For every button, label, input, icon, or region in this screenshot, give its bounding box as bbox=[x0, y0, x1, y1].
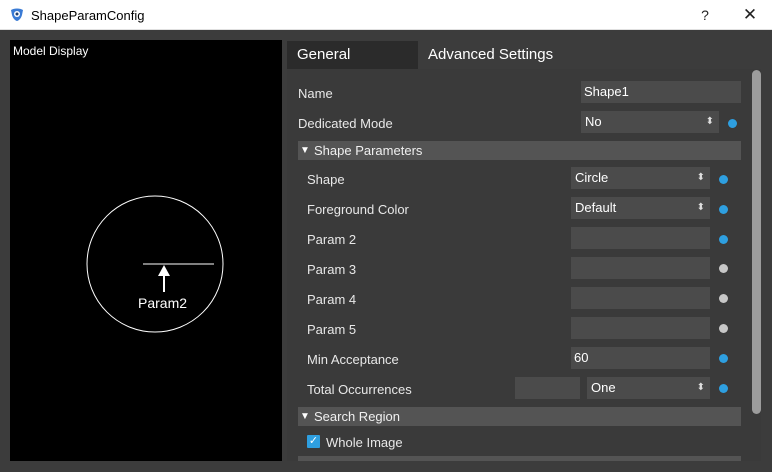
window-title: ShapeParamConfig bbox=[31, 8, 145, 23]
close-button[interactable]: ✕ bbox=[736, 0, 764, 30]
status-dot-min-acceptance bbox=[719, 354, 728, 363]
select-arrows-icon: ⬍ bbox=[696, 202, 705, 213]
shape-parameters-title: Shape Parameters bbox=[314, 143, 423, 158]
param5-input[interactable] bbox=[571, 317, 710, 339]
tab-advanced-settings[interactable]: Advanced Settings bbox=[418, 41, 563, 69]
status-dot-param4 bbox=[719, 294, 728, 303]
foreground-color-label: Foreground Color bbox=[307, 202, 409, 217]
dedicated-mode-select[interactable]: No ⬍ bbox=[581, 111, 719, 133]
param4-label: Param 4 bbox=[307, 292, 357, 307]
status-dot-dedicated bbox=[728, 119, 737, 128]
param2-shape-label: Param2 bbox=[138, 295, 187, 311]
whole-image-checkbox[interactable]: ✓ bbox=[307, 435, 320, 448]
select-arrows-icon: ⬍ bbox=[696, 382, 705, 393]
select-arrows-icon: ⬍ bbox=[705, 116, 714, 127]
name-label: Name bbox=[298, 86, 333, 101]
status-dot-shape bbox=[719, 175, 728, 184]
status-dot-total-occurrences bbox=[719, 384, 728, 393]
param4-input[interactable] bbox=[571, 287, 710, 309]
param2-input[interactable] bbox=[571, 227, 710, 249]
tab-general-settings[interactable]: General Settings bbox=[287, 41, 418, 91]
scrollbar-thumb[interactable] bbox=[752, 70, 761, 414]
status-dot-param2 bbox=[719, 235, 728, 244]
shape-parameters-header[interactable]: ▼ Shape Parameters bbox=[298, 141, 741, 160]
status-dot-param3 bbox=[719, 264, 728, 273]
total-occurrences-value: One bbox=[591, 380, 616, 395]
search-region-header[interactable]: ▼ Search Region bbox=[298, 407, 741, 426]
whole-image-label: Whole Image bbox=[326, 435, 403, 450]
shape-label: Shape bbox=[307, 172, 345, 187]
foreground-color-select[interactable]: Default ⬍ bbox=[571, 197, 710, 219]
model-display-panel: Model Display Param2 bbox=[10, 40, 282, 461]
arrow-head-icon bbox=[158, 265, 170, 276]
model-shape-canvas: Param2 bbox=[86, 195, 224, 333]
name-input[interactable]: Shape1 bbox=[581, 81, 741, 103]
shape-select[interactable]: Circle ⬍ bbox=[571, 167, 710, 189]
next-section-header bbox=[298, 456, 741, 461]
expand-triangle-icon: ▼ bbox=[300, 411, 310, 422]
status-dot-foreground bbox=[719, 205, 728, 214]
total-occurrences-input[interactable] bbox=[515, 377, 580, 399]
dedicated-mode-value: No bbox=[585, 114, 602, 129]
expand-triangle-icon: ▼ bbox=[300, 145, 310, 156]
dedicated-mode-label: Dedicated Mode bbox=[298, 116, 393, 131]
foreground-color-value: Default bbox=[575, 200, 617, 215]
title-bar: ShapeParamConfig ? ✕ bbox=[0, 0, 772, 30]
param5-label: Param 5 bbox=[307, 322, 357, 337]
status-dot-param5 bbox=[719, 324, 728, 333]
total-occurrences-select[interactable]: One ⬍ bbox=[587, 377, 710, 399]
param3-input[interactable] bbox=[571, 257, 710, 279]
min-acceptance-input[interactable]: 60 bbox=[571, 347, 710, 369]
min-acceptance-label: Min Acceptance bbox=[307, 352, 399, 367]
total-occurrences-label: Total Occurrences bbox=[307, 382, 412, 397]
app-icon bbox=[11, 8, 23, 21]
param2-label: Param 2 bbox=[307, 232, 357, 247]
select-arrows-icon: ⬍ bbox=[696, 172, 705, 183]
shape-value: Circle bbox=[575, 170, 609, 185]
param3-label: Param 3 bbox=[307, 262, 357, 277]
help-button[interactable]: ? bbox=[691, 0, 719, 30]
search-region-title: Search Region bbox=[314, 409, 400, 424]
